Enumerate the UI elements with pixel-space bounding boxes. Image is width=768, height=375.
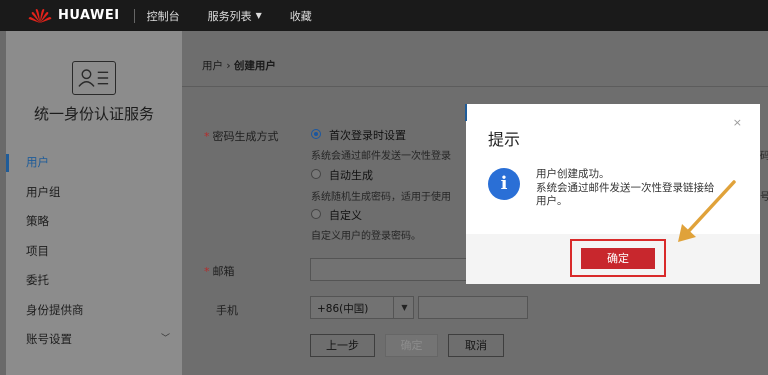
email-input[interactable] — [310, 258, 470, 281]
header-divider — [182, 86, 768, 87]
confirm-highlight-box: 确定 — [570, 239, 666, 277]
radio-custom[interactable] — [311, 209, 321, 219]
option-custom-label[interactable]: 自定义 — [329, 207, 362, 223]
caret-down-icon: ▼ — [255, 11, 262, 20]
password-method-text: 密码生成方式 — [212, 130, 279, 143]
user-card-icon — [72, 61, 116, 95]
chevron-down-icon[interactable]: ▼ — [393, 296, 415, 319]
nav-service-list[interactable]: 服务列表 ▼ — [208, 8, 262, 24]
nav-favorites[interactable]: 收藏 — [290, 8, 312, 24]
nav-favorites-label: 收藏 — [289, 9, 312, 23]
option-auto-generate-label[interactable]: 自动生成 — [329, 167, 373, 183]
sidebar-title: 统一身份认证服务 — [33, 105, 154, 123]
sidebar-item-label: 策略 — [26, 214, 49, 228]
huawei-logo[interactable]: HUAWEI — [28, 8, 120, 24]
cancel-button[interactable]: 取消 — [448, 334, 504, 357]
confirm-form-button[interactable]: 确定 — [385, 334, 438, 357]
top-navigation-bar: HUAWEI 控制台 服务列表 ▼ 收藏 — [0, 0, 768, 31]
sidebar-menu: 用户 用户组 策略 项目 委托 身份提供商 账号设置 ﹀ — [6, 148, 182, 355]
sidebar-item-projects[interactable]: 项目 — [6, 237, 182, 267]
nav-console-label: 控制台 — [146, 9, 180, 23]
nav-divider — [133, 8, 135, 23]
close-icon[interactable]: × — [733, 116, 742, 129]
phone-input[interactable] — [418, 296, 528, 319]
huawei-logo-icon — [28, 8, 52, 23]
focus-edge-marker — [465, 104, 467, 121]
option-custom-hint: 自定义用户的登录密码。 — [311, 231, 421, 242]
sidebar-item-label: 委托 — [26, 273, 49, 287]
sidebar-item-label: 用户组 — [26, 184, 61, 199]
option-first-login-hint: 系统会通过邮件发送一次性登录 — [311, 151, 451, 162]
breadcrumb-separator-icon: › — [226, 60, 231, 72]
phone-label: 手机 — [216, 304, 238, 317]
sidebar-item-identity-providers[interactable]: 身份提供商 — [6, 296, 182, 326]
sidebar-item-label: 账号设置 — [26, 332, 72, 346]
brand-name: HUAWEI — [58, 8, 120, 23]
nav-service-list-label: 服务列表 — [207, 9, 252, 23]
pointer-arrow-icon — [678, 180, 736, 242]
option-first-login-label[interactable]: 首次登录时设置 — [329, 127, 406, 143]
sidebar-item-label: 身份提供商 — [26, 302, 84, 317]
sidebar: 统一身份认证服务 用户 用户组 策略 项目 委托 身份提供商 账号设置 ﹀ — [6, 31, 182, 375]
required-marker: * — [204, 130, 210, 143]
breadcrumb-parent[interactable]: 用户 — [202, 60, 223, 72]
dialog-title: 提示 — [488, 130, 521, 149]
hint-overflow-text: 码 — [760, 151, 768, 162]
radio-auto-generate[interactable] — [311, 169, 321, 179]
country-code-select[interactable]: +86(中国) ▼ — [310, 296, 414, 319]
hint-overflow-text: 号 — [760, 192, 768, 203]
chevron-down-icon: ﹀ — [160, 334, 170, 344]
password-method-label: * 密码生成方式 — [204, 128, 279, 144]
dialog-confirm-button[interactable]: 确定 — [581, 248, 655, 269]
email-label: * 邮箱 — [204, 263, 235, 279]
breadcrumb: 用户 › 创建用户 — [202, 58, 276, 73]
required-marker: * — [204, 265, 210, 278]
sidebar-item-label: 用户 — [26, 155, 49, 169]
nav-console[interactable]: 控制台 — [147, 8, 180, 24]
country-code-value: +86(中国) — [317, 303, 369, 315]
sidebar-item-agencies[interactable]: 委托 — [6, 266, 182, 296]
radio-first-login[interactable] — [311, 129, 321, 139]
email-label-text: 邮箱 — [212, 265, 235, 278]
previous-step-button[interactable]: 上一步 — [310, 334, 375, 357]
sidebar-item-policies[interactable]: 策略 — [6, 207, 182, 237]
sidebar-item-user-groups[interactable]: 用户组 — [6, 178, 182, 208]
sidebar-item-account-settings[interactable]: 账号设置 ﹀ — [6, 325, 182, 355]
option-auto-generate-hint: 系统随机生成密码，适用于使用 — [311, 192, 451, 203]
breadcrumb-current: 创建用户 — [233, 60, 276, 72]
sidebar-item-users[interactable]: 用户 — [6, 148, 182, 178]
sidebar-item-label: 项目 — [26, 243, 49, 258]
info-icon: i — [488, 168, 520, 200]
